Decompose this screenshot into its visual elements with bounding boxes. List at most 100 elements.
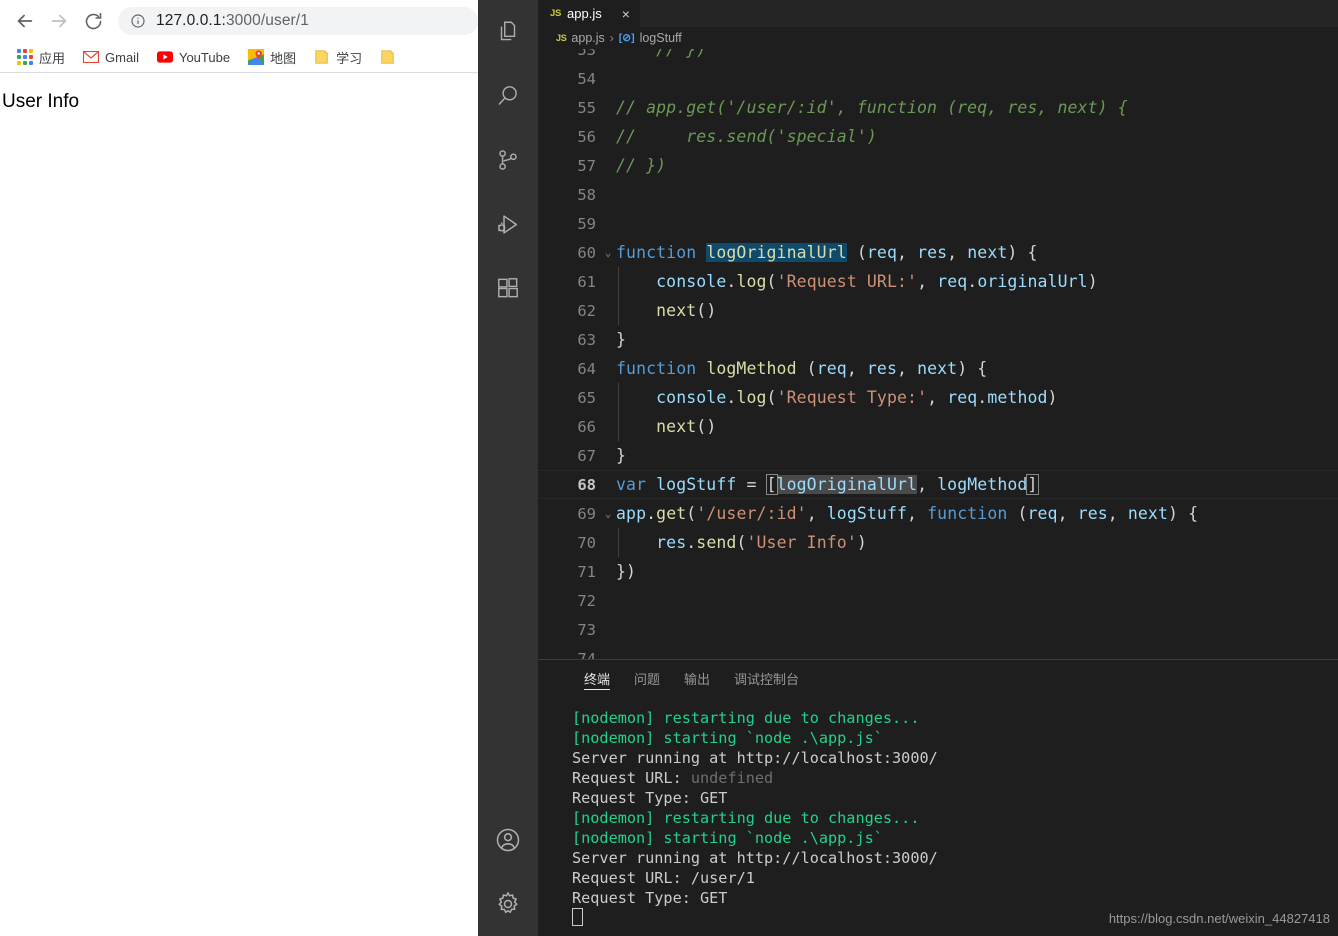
code-line[interactable]: 60 ⌄ function logOriginalUrl (req, res, ne… — [538, 238, 1338, 267]
terminal-output[interactable]: [nodemon] restarting due to changes... [n… — [538, 696, 1338, 928]
panel-tab[interactable]: 输出 — [672, 660, 722, 696]
code-token: ) — [1047, 388, 1058, 407]
code-line[interactable]: 72 — [538, 586, 1338, 615]
sidebar-item-run-and-debug[interactable] — [478, 192, 538, 256]
code-token: // res.send('special') — [616, 127, 877, 146]
code-line[interactable]: 63} — [538, 325, 1338, 354]
code-token: , — [806, 504, 827, 523]
terminal-line: [nodemon] starting `node .\app.js` — [572, 828, 1338, 848]
code-token: req — [947, 388, 978, 407]
code-token: res — [866, 359, 897, 378]
reload-button[interactable] — [76, 4, 110, 38]
sidebar-item-extensions[interactable] — [478, 256, 538, 320]
back-button[interactable] — [8, 4, 42, 38]
line-number: 68 — [577, 475, 596, 494]
sidebar-item-explorer[interactable] — [478, 0, 538, 64]
bookmark-apps[interactable]: 应用 — [8, 46, 74, 69]
code-token: . — [977, 388, 988, 407]
code-token: logMethod — [937, 475, 1028, 494]
code-text: } — [616, 330, 1338, 349]
code-token: 'Request URL:' — [776, 272, 918, 291]
code-token: ( — [766, 272, 777, 291]
code-token: req — [1027, 504, 1058, 523]
code-line[interactable]: 62 next() — [538, 296, 1338, 325]
site-info-icon[interactable] — [130, 13, 146, 29]
code-token: originalUrl — [977, 272, 1088, 291]
terminal-line: Server running at http://localhost:3000/ — [572, 748, 1338, 768]
editor-pane: JS app.js × JS app.js › [⊘] logStuff 53 … — [538, 0, 1338, 936]
code-token: logOriginalUrl — [776, 475, 918, 494]
indent-guide — [618, 383, 619, 412]
code-line[interactable]: 61 console.log('Request URL:', req.origi… — [538, 267, 1338, 296]
js-file-icon: JS — [556, 33, 567, 43]
panel-tab[interactable]: 终端 — [572, 660, 622, 696]
fold-chevron-icon[interactable]: ⌄ — [600, 508, 616, 519]
tab-label: app.js — [567, 6, 602, 21]
code-token: ( — [686, 504, 697, 523]
terminal-text: Request URL: /user/1 — [572, 869, 755, 887]
bookmark-folder-study[interactable]: 学习 — [305, 46, 371, 69]
sidebar-item-search[interactable] — [478, 64, 538, 128]
code-token: , — [1057, 504, 1078, 523]
code-line[interactable]: 64 function logMethod (req, res, next) { — [538, 354, 1338, 383]
code-line[interactable]: 69 ⌄ app.get('/user/:id', logStuff, functi… — [538, 499, 1338, 528]
code-text: function logOriginalUrl (req, res, next)… — [616, 243, 1338, 262]
code-token: // app.get('/user/:id', function (req, r… — [616, 98, 1128, 117]
code-token: ) { — [957, 359, 988, 378]
panel-tab[interactable]: 问题 — [622, 660, 672, 696]
terminal-line: Request URL: /user/1 — [572, 868, 1338, 888]
line-number: 69 — [577, 504, 596, 523]
search-icon — [498, 86, 517, 105]
breadcrumb-symbol[interactable]: logStuff — [640, 31, 682, 45]
code-line[interactable]: 70 res.send('User Info') — [538, 528, 1338, 557]
code-line[interactable]: 68 var logStuff = [logOriginalUrl, logMet… — [538, 470, 1338, 499]
terminal-text: Request Type: GET — [572, 889, 728, 907]
terminal-line: [nodemon] restarting due to changes... — [572, 808, 1338, 828]
code-token: ] — [1026, 474, 1039, 495]
tab-app-js[interactable]: JS app.js × — [538, 0, 640, 27]
url-host: 127.0.0.1: — [156, 12, 226, 29]
code-token: next — [1127, 504, 1168, 523]
code-line[interactable]: 57 // }) — [538, 151, 1338, 180]
code-line[interactable]: 58 — [538, 180, 1338, 209]
code-line[interactable]: 73 — [538, 615, 1338, 644]
code-token: } — [616, 446, 627, 465]
address-bar[interactable]: 127.0.0.1:3000/user/1 — [118, 7, 478, 35]
close-icon[interactable]: × — [622, 7, 630, 21]
terminal-text: Server running at http://localhost:3000/ — [572, 749, 938, 767]
code-editor[interactable]: 53 // }) 54 55 // app.get('/user/:id', func… — [538, 49, 1338, 661]
code-token: ) { — [1007, 243, 1038, 262]
code-token: res — [917, 243, 948, 262]
code-line[interactable]: 54 — [538, 64, 1338, 93]
line-number: 71 — [577, 562, 596, 581]
line-number: 73 — [577, 620, 596, 639]
forward-button[interactable] — [42, 4, 76, 38]
code-line[interactable]: 56 // res.send('special') — [538, 122, 1338, 151]
bookmark-label: 地图 — [270, 50, 297, 66]
manage-settings-button[interactable] — [478, 872, 538, 936]
code-token: , — [907, 504, 928, 523]
panel-tab[interactable]: 调试控制台 — [722, 660, 811, 696]
breadcrumb-file[interactable]: app.js — [571, 31, 604, 45]
code-line[interactable]: 59 — [538, 209, 1338, 238]
code-line[interactable]: 53 // }) — [538, 49, 1338, 64]
code-token: next — [656, 301, 697, 320]
code-token: , — [896, 243, 918, 262]
code-line[interactable]: 55 // app.get('/user/:id', function (req,… — [538, 93, 1338, 122]
activity-bar — [478, 0, 538, 936]
terminal-line: Server running at http://localhost:3000/ — [572, 848, 1338, 868]
code-token: method — [987, 388, 1048, 407]
code-line[interactable]: 67} — [538, 441, 1338, 470]
screenshot-root: 127.0.0.1:3000/user/1 应用 Gmail YouTube 地… — [0, 0, 1338, 936]
code-line[interactable]: 66 next() — [538, 412, 1338, 441]
sidebar-item-source-control[interactable] — [478, 128, 538, 192]
fold-chevron-icon[interactable]: ⌄ — [600, 247, 616, 258]
bookmark-youtube[interactable]: YouTube — [148, 47, 239, 67]
accounts-button[interactable] — [478, 808, 538, 872]
bookmark-maps[interactable]: 地图 — [239, 46, 305, 69]
code-line[interactable]: 71}) — [538, 557, 1338, 586]
code-line[interactable]: 65 console.log('Request Type:', req.meth… — [538, 383, 1338, 412]
bookmark-gmail[interactable]: Gmail — [74, 47, 148, 67]
bookmark-folder-2[interactable] — [371, 47, 411, 67]
